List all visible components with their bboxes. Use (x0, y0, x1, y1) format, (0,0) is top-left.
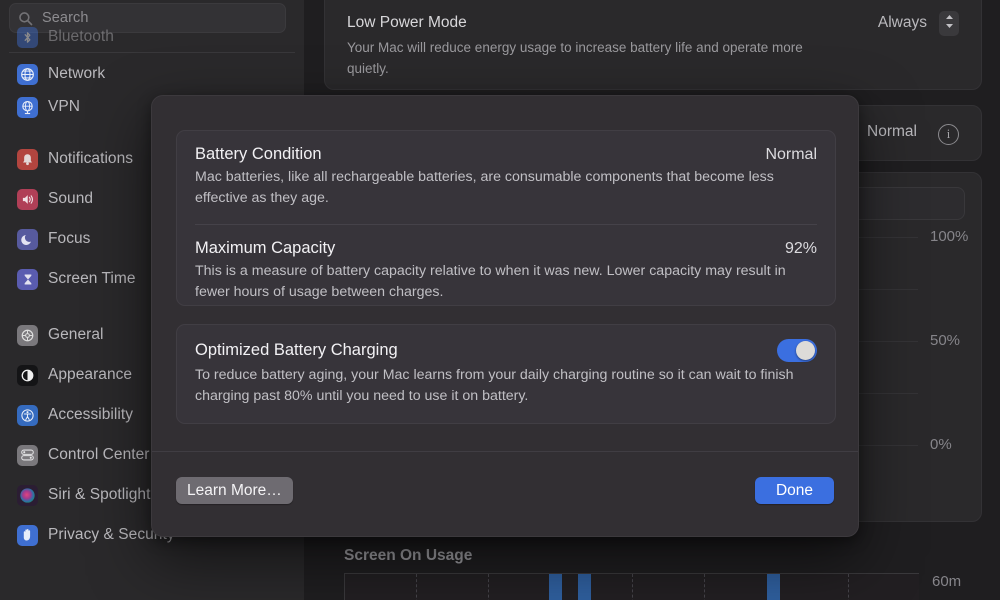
optimized-battery-charging-description: To reduce battery aging, your Mac learns… (195, 367, 794, 405)
chevron-up-down-icon (945, 14, 954, 34)
sidebar-item-label: Accessibility (48, 406, 134, 423)
optimized-charging-group: Optimized Battery Charging To reduce bat… (176, 324, 836, 424)
sidebar-item-label: Appearance (48, 366, 133, 383)
sidebar-divider (9, 52, 295, 53)
maximum-capacity-row: Maximum Capacity 92% This is a measure o… (177, 225, 835, 318)
battery-condition-row: Battery Condition Normal Mac batteries, … (177, 131, 835, 224)
vpn-globe-icon (17, 96, 38, 118)
hand-icon (17, 524, 38, 546)
toggle-knob (796, 341, 815, 360)
battery-condition-value: Normal (765, 146, 817, 163)
bell-icon (17, 148, 38, 170)
done-button[interactable]: Done (754, 477, 834, 504)
siri-icon (17, 484, 38, 506)
appearance-icon (17, 364, 38, 386)
sidebar-item-label: Focus (48, 230, 91, 247)
battery-health-dialog: Battery Condition Normal Mac batteries, … (151, 95, 859, 537)
learn-more-button[interactable]: Learn More… (176, 477, 293, 504)
sidebar-item-network[interactable]: Network (9, 61, 295, 87)
maximum-capacity-value: 92% (784, 239, 817, 257)
maximum-capacity-title: Maximum Capacity (195, 238, 336, 257)
bluetooth-icon (17, 26, 38, 48)
sidebar-item-label: Network (48, 65, 106, 82)
battery-condition-title: Battery Condition (195, 145, 322, 163)
sidebar-item-label: Bluetooth (48, 28, 114, 45)
low-power-mode-popup-stepper[interactable] (939, 11, 959, 36)
low-power-mode-card: Low Power Mode Your Mac will reduce ener… (324, 0, 982, 90)
accessibility-icon (17, 404, 38, 426)
low-power-mode-description: Your Mac will reduce energy usage to inc… (347, 40, 803, 76)
info-circle-icon[interactable]: i (938, 124, 959, 145)
hourglass-icon (17, 268, 38, 290)
screen-on-usage-bar (767, 574, 780, 600)
sidebar-item-label: General (48, 326, 104, 343)
globe-icon (17, 63, 38, 85)
sidebar-item-label: Control Center (48, 446, 150, 463)
low-power-mode-value: Always (877, 14, 927, 31)
sidebar-item-label: Notifications (48, 150, 134, 167)
sidebar-item-label: Siri & Spotlight (48, 486, 151, 503)
footer-divider (152, 451, 858, 452)
battery-y-label-50: 50% (930, 332, 961, 349)
optimized-battery-charging-toggle[interactable] (777, 339, 817, 362)
sidebar-item-label: Screen Time (48, 270, 136, 287)
screen-on-usage-bar (549, 574, 562, 600)
battery-info-group: Battery Condition Normal Mac batteries, … (176, 130, 836, 306)
speaker-icon (17, 188, 38, 210)
control-center-icon (17, 444, 38, 466)
optimized-battery-charging-title: Optimized Battery Charging (195, 341, 398, 359)
sidebar-item-label: Sound (48, 190, 94, 207)
battery-condition-description: Mac batteries, like all rechargeable bat… (195, 169, 774, 207)
screen-on-usage-y-label: 60m (932, 573, 962, 590)
info-glyph: i (946, 127, 951, 141)
sidebar-item-bluetooth[interactable]: Bluetooth (9, 24, 295, 50)
screen-on-usage-plot (344, 573, 919, 600)
optimized-battery-charging-row: Optimized Battery Charging To reduce bat… (177, 325, 835, 422)
battery-health-value: Normal (867, 123, 917, 140)
screen-on-usage-bar (578, 574, 591, 600)
battery-y-label-100: 100% (930, 228, 969, 245)
gear-icon (17, 324, 38, 346)
low-power-mode-title: Low Power Mode (347, 14, 467, 31)
preferences-window: Low Power Mode Your Mac will reduce ener… (0, 0, 1000, 600)
battery-y-label-0: 0% (930, 436, 952, 453)
maximum-capacity-description: This is a measure of battery capacity re… (195, 262, 786, 300)
screen-on-usage-title: Screen On Usage (344, 547, 473, 564)
sidebar-item-label: VPN (48, 98, 81, 115)
moon-icon (17, 228, 38, 250)
